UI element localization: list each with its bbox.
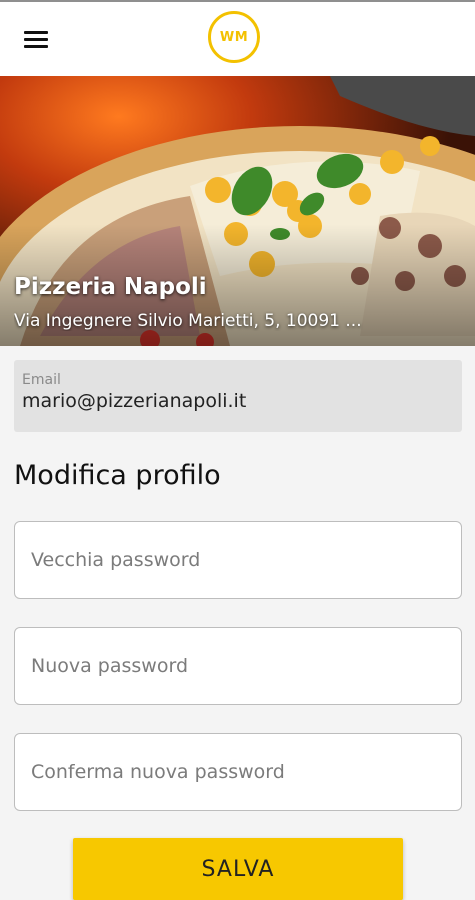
page-title: Modifica profilo [14,460,221,491]
old-password-input[interactable] [14,521,462,599]
restaurant-hero-image: Pizzeria Napoli Via Ingegnere Silvio Mar… [0,76,475,346]
top-app-bar: WM [0,0,475,76]
logo-text: WM [219,29,249,45]
hamburger-menu-icon[interactable] [24,29,50,51]
app-logo: WM [208,11,260,63]
confirm-password-input[interactable] [14,733,462,811]
pizza-photo-illustration [0,76,475,346]
restaurant-name: Pizzeria Napoli [14,274,207,300]
email-label: Email [22,372,61,388]
new-password-input[interactable] [14,627,462,705]
email-readonly-field: Email mario@pizzerianapoli.it [14,360,462,432]
save-button[interactable]: SALVA [73,838,403,900]
restaurant-address: Via Ingegnere Silvio Marietti, 5, 10091 … [14,311,362,331]
edit-profile-screen: WM Pizzeria Napoli Via Ingegnere Silvio … [0,0,475,900]
email-value: mario@pizzerianapoli.it [22,390,247,412]
